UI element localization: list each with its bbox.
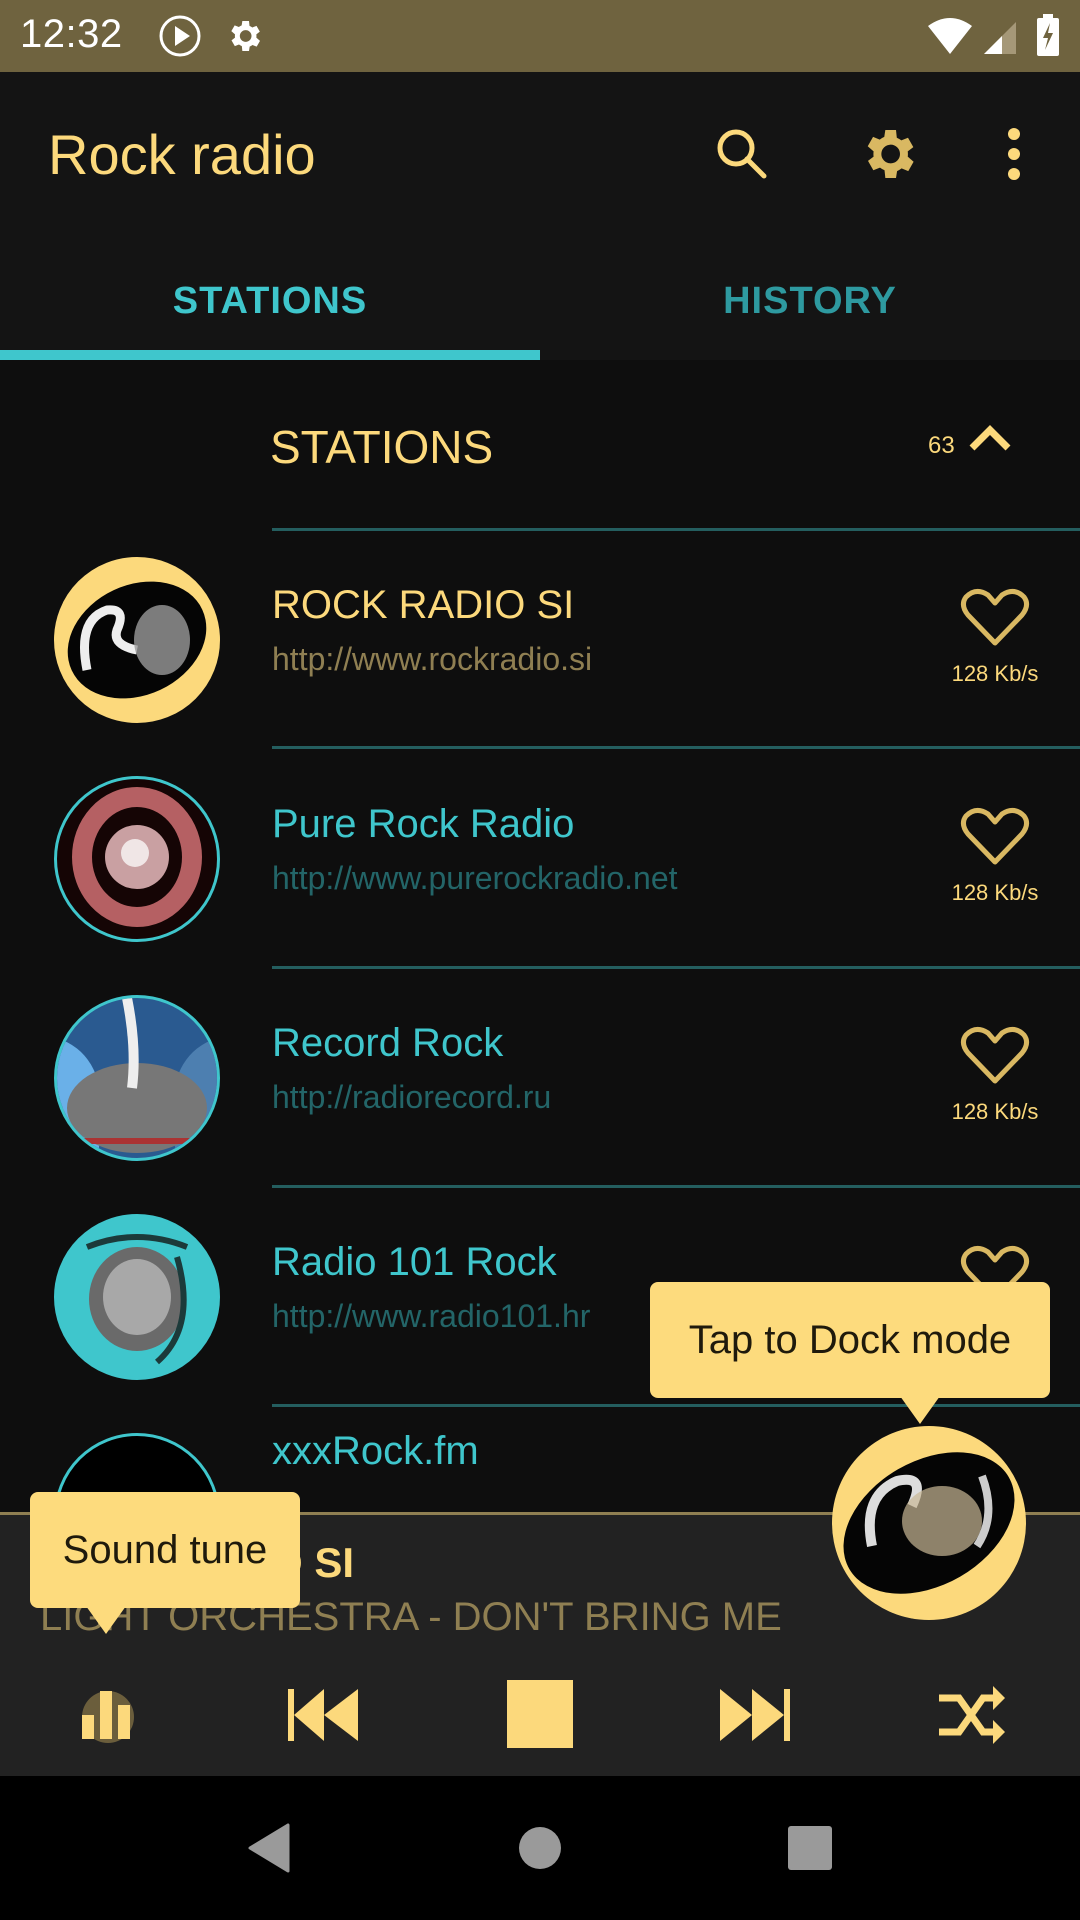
cell-signal-icon — [984, 22, 1016, 54]
tooltip-text: Tap to Dock mode — [688, 1317, 1012, 1362]
station-name: Record Rock — [272, 1021, 504, 1065]
back-button[interactable] — [228, 1808, 308, 1888]
shuffle-button[interactable] — [912, 1655, 1032, 1775]
tab-stations[interactable]: STATIONS — [0, 242, 540, 360]
tooltip-arrow — [900, 1396, 940, 1424]
station-name: xxxRock.fm — [272, 1429, 479, 1473]
station-name: ROCK RADIO SI — [272, 583, 575, 627]
heart-outline-icon[interactable] — [960, 806, 1030, 868]
more-vert-icon — [1008, 128, 1020, 180]
status-bar: 12:32 — [0, 0, 1080, 72]
bitrate: 128 Kb/s — [951, 1099, 1039, 1124]
system-nav-bar — [0, 1776, 1080, 1920]
heart-outline-icon[interactable] — [960, 587, 1030, 649]
back-triangle-icon — [248, 1823, 290, 1873]
station-url: http://radiorecord.ru — [272, 1079, 552, 1115]
heart-outline-icon[interactable] — [960, 1025, 1030, 1087]
chevron-up-icon[interactable] — [968, 424, 1012, 454]
skip-next-icon — [720, 1689, 790, 1741]
dock-mode-button[interactable] — [832, 1426, 1026, 1620]
station-logo — [54, 557, 220, 723]
stop-button[interactable] — [480, 1655, 600, 1775]
home-button[interactable] — [500, 1808, 580, 1888]
station-name: Pure Rock Radio — [272, 802, 575, 846]
tab-bar: STATIONS HISTORY — [0, 242, 1080, 360]
more-options-button[interactable] — [974, 114, 1054, 194]
recents-button[interactable] — [770, 1808, 850, 1888]
tab-indicator — [0, 350, 540, 360]
station-logo — [843, 1452, 1015, 1594]
tooltip-text: Sound tune — [62, 1527, 268, 1572]
equalizer-icon — [82, 1691, 134, 1743]
skip-previous-icon — [288, 1689, 358, 1741]
station-logo — [54, 995, 220, 1161]
search-icon — [717, 129, 767, 179]
next-button[interactable] — [696, 1655, 816, 1775]
station-url: http://www.radio101.hr — [272, 1298, 591, 1334]
station-row[interactable]: ROCK RADIO SI http://www.rockradio.si 12… — [0, 531, 1080, 750]
recents-square-icon — [788, 1826, 832, 1870]
status-time: 12:32 — [20, 12, 123, 56]
station-url: http://www.rockradio.si — [272, 641, 593, 677]
tab-history[interactable]: HISTORY — [540, 242, 1080, 360]
station-logo — [54, 776, 220, 942]
tooltip-arrow — [86, 1606, 126, 1634]
bitrate: 128 Kb/s — [951, 661, 1039, 686]
section-header[interactable]: STATIONS 63 — [0, 360, 1080, 530]
battery-charging-icon — [1037, 14, 1059, 56]
station-row[interactable]: Pure Rock Radio http://www.purerockradio… — [0, 750, 1080, 969]
station-url: http://www.purerockradio.net — [272, 860, 678, 896]
section-title: STATIONS — [270, 421, 494, 473]
previous-button[interactable] — [264, 1655, 384, 1775]
shuffle-icon — [939, 1686, 1005, 1744]
play-circle-icon — [159, 15, 201, 57]
gear-icon — [867, 130, 914, 178]
station-name: Radio 101 Rock — [272, 1240, 557, 1284]
bitrate: 128 Kb/s — [951, 880, 1039, 905]
sound-tune-tooltip: Sound tune — [30, 1492, 300, 1634]
station-logo — [54, 1214, 220, 1380]
wifi-icon — [928, 18, 972, 54]
section-count: 63 — [928, 432, 955, 459]
divider — [272, 746, 1080, 749]
app-title: Rock radio — [48, 123, 316, 186]
search-button[interactable] — [702, 114, 782, 194]
dock-mode-tooltip: Tap to Dock mode — [650, 1282, 1050, 1424]
settings-button[interactable] — [848, 114, 928, 194]
app-bar: Rock radio — [0, 72, 1080, 242]
gear-icon — [231, 21, 260, 51]
home-circle-icon — [519, 1827, 561, 1869]
station-row[interactable]: Record Rock http://radiorecord.ru 128 Kb… — [0, 969, 1080, 1188]
equalizer-button[interactable] — [48, 1655, 168, 1775]
stop-icon — [507, 1680, 573, 1748]
